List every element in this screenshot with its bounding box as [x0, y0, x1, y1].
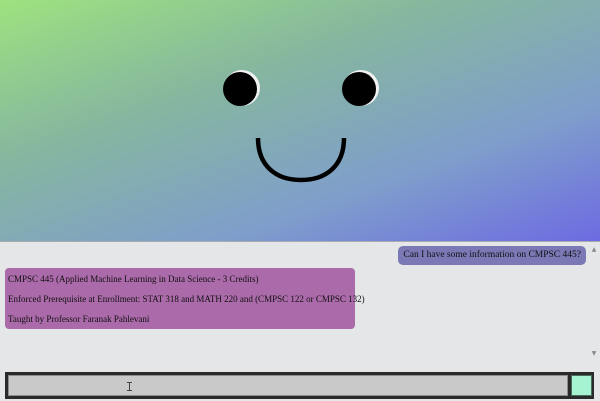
scroll-up-icon[interactable]: ▲ — [590, 246, 598, 254]
message-input-bar — [5, 372, 594, 399]
chatbot-app: ▲ ▼ Can I have some information on CMPSC… — [0, 0, 600, 401]
message-input[interactable] — [8, 375, 568, 396]
text-cursor-icon — [127, 382, 132, 391]
smile-mouth-icon — [255, 137, 347, 183]
left-eye-icon — [223, 72, 257, 106]
bot-message-line: Taught by Professor Faranak Pahlevani — [8, 314, 150, 324]
bot-message-line: CMPSC 445 (Applied Machine Learning in D… — [8, 274, 259, 284]
chat-scrollbar[interactable]: ▲ ▼ — [590, 246, 598, 358]
right-eye-icon — [342, 72, 376, 106]
send-button[interactable] — [571, 375, 592, 396]
bot-message-line: Enforced Prerequisite at Enrollment: STA… — [8, 294, 365, 304]
scroll-down-icon[interactable]: ▼ — [590, 350, 598, 358]
user-message-bubble: Can I have some information on CMPSC 445… — [398, 246, 586, 265]
avatar-face-panel — [0, 0, 600, 242]
bot-message-bubble: CMPSC 445 (Applied Machine Learning in D… — [5, 268, 365, 329]
